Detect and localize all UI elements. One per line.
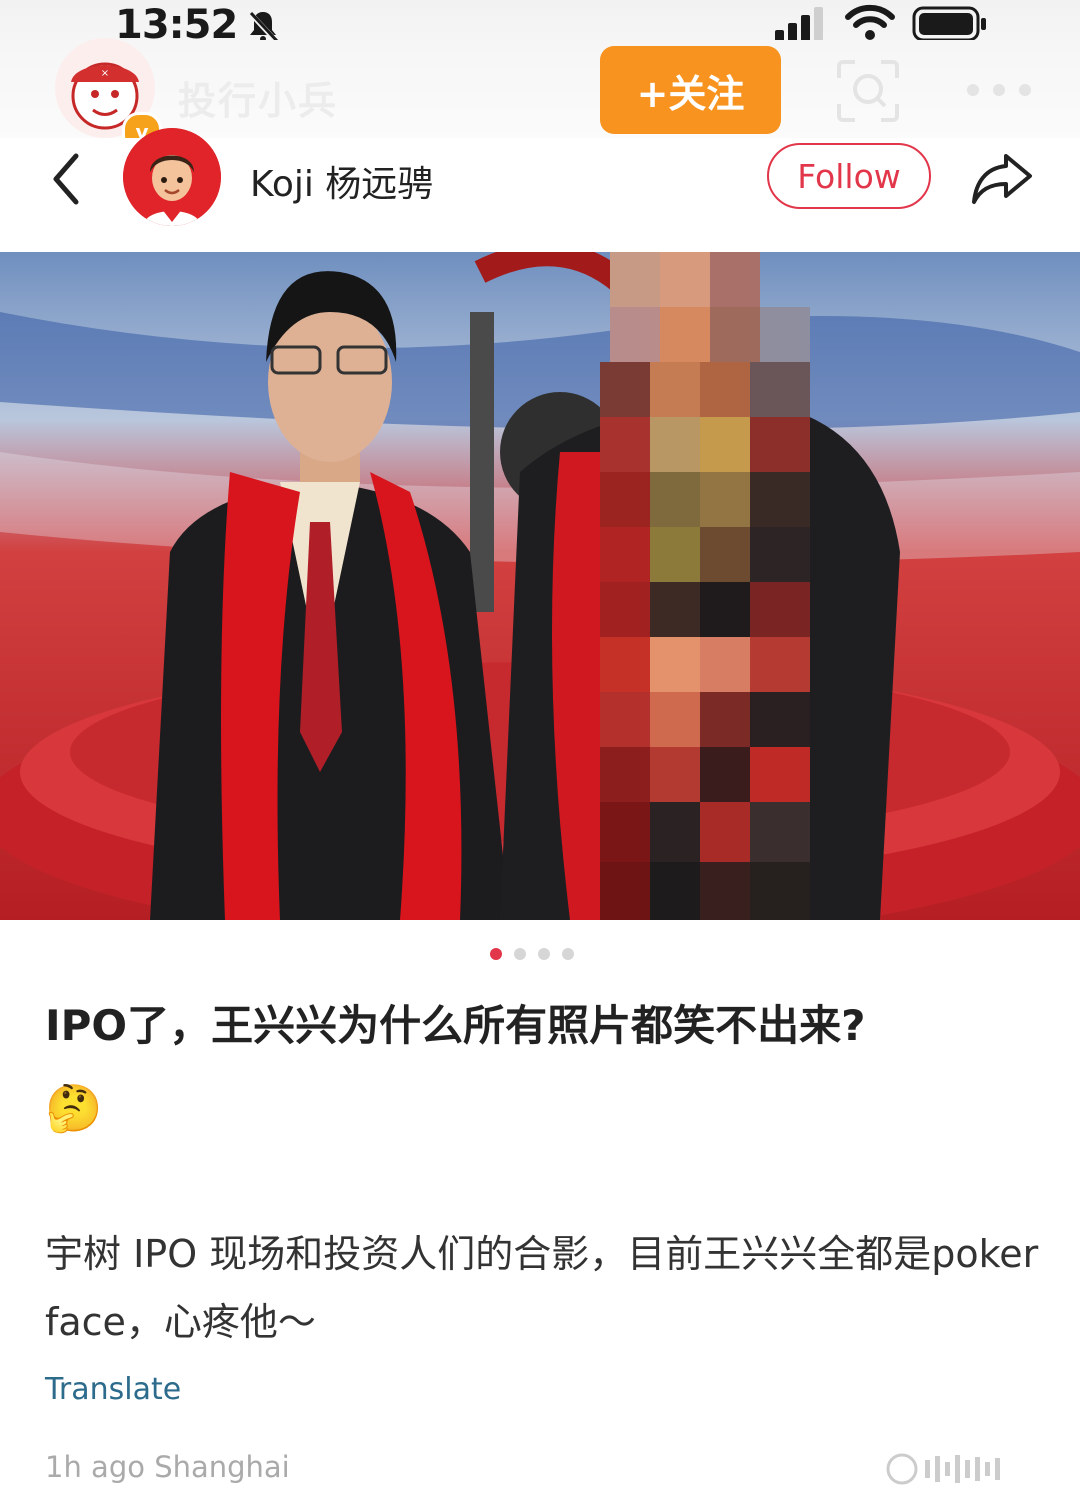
bell-muted-icon [248,11,279,43]
author-username[interactable]: Koji 杨远骋 [250,155,433,207]
watermark-follow-button[interactable]: +关注 [600,46,781,134]
share-icon[interactable] [970,150,1034,206]
thinking-emoji: 🤔 [45,1081,103,1135]
carousel-dot[interactable] [562,948,574,960]
scan-icon[interactable] [835,58,901,124]
follow-button[interactable]: Follow [767,143,931,209]
wifi-icon [845,4,895,40]
translate-link[interactable]: Translate [45,1372,181,1407]
audio-waveform-icon[interactable] [885,1452,1020,1486]
author-avatar[interactable] [123,128,221,226]
cellular-signal-icon [775,7,823,42]
carousel-dot[interactable] [514,948,526,960]
watermark-account-name: 投行小兵 [178,79,339,123]
post-title: IPO了，王兴兴为什么所有照片都笑不出来? 🤔 [45,1000,1045,1136]
back-chevron-icon[interactable] [48,150,84,208]
post-title-text: IPO了，王兴兴为什么所有照片都笑不出来? [45,1001,866,1050]
svg-text:×: × [101,68,109,79]
cartoon-boy-avatar-icon [123,128,221,226]
post-photo-image [0,252,1080,920]
carousel-dot[interactable] [490,948,502,960]
post-body: 宇树 IPO 现场和投资人们的合影，目前王兴兴全都是poker face，心疼他… [45,1232,1039,1344]
battery-icon [912,6,986,42]
more-dots-icon[interactable] [965,80,1035,100]
pixelated-face-blur [600,252,810,920]
watermark-bar [0,40,1080,140]
carousel-indicator[interactable] [490,948,574,960]
post-photo[interactable] [0,252,1080,920]
post-meta: 1h ago Shanghai [45,1450,290,1484]
carousel-dot[interactable] [538,948,550,960]
